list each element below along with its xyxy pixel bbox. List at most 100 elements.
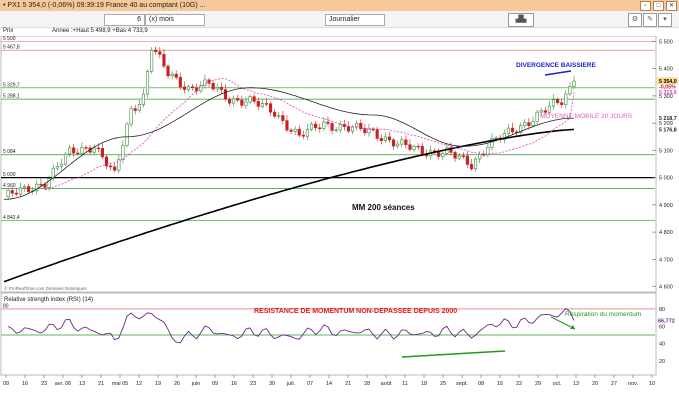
mm20-price-label: 5 313,6 xyxy=(659,90,677,96)
candle xyxy=(297,128,301,136)
chart-canvas: Relative strength index (RSI) (14) © Pro… xyxy=(0,36,678,387)
x-tick-label: 09 xyxy=(3,381,9,387)
rsi-tick-label: 60 xyxy=(659,324,665,330)
candle xyxy=(383,136,387,142)
x-tick-label: 11 xyxy=(402,381,408,387)
candle xyxy=(84,147,88,149)
period-value-field[interactable]: 6 xyxy=(104,14,145,26)
maximize-button[interactable]: □ xyxy=(653,1,664,11)
x-tick-label: 28 xyxy=(364,381,370,387)
candle xyxy=(506,127,510,134)
rsi-80-label: 80 xyxy=(3,303,9,309)
chart-type-icon[interactable]: ▟▙ xyxy=(508,13,534,27)
candle xyxy=(55,166,59,169)
rsi-last-label: 66,772 xyxy=(658,318,675,324)
candle xyxy=(457,155,461,159)
candle xyxy=(121,144,125,160)
x-tick-label: nov. xyxy=(628,381,638,387)
candle xyxy=(338,124,342,131)
minimize-button[interactable]: ▫ xyxy=(640,1,651,11)
candle xyxy=(39,183,43,186)
candle xyxy=(346,126,351,132)
candle xyxy=(27,186,31,192)
x-tick-label: 25 xyxy=(440,381,446,387)
candle xyxy=(408,144,412,150)
candle xyxy=(256,101,260,107)
period-unit-select[interactable]: (x) mois xyxy=(145,14,205,26)
candle xyxy=(18,187,22,195)
candle xyxy=(109,165,113,168)
candle xyxy=(158,51,162,55)
candle xyxy=(547,105,551,113)
candle xyxy=(363,128,367,134)
candle xyxy=(355,122,359,128)
candle xyxy=(486,147,490,155)
candle xyxy=(305,128,310,137)
candle xyxy=(170,73,174,77)
rsi-tick-label: 80 xyxy=(659,307,665,313)
candle xyxy=(281,115,285,121)
settings-icon[interactable]: ⚙ xyxy=(628,13,642,27)
candle xyxy=(273,111,277,117)
candle xyxy=(76,152,80,155)
candle xyxy=(240,99,244,106)
x-tick-label: 10 xyxy=(649,381,655,387)
candle xyxy=(174,73,178,78)
mm200-label: MM 200 séances xyxy=(352,203,415,212)
candle xyxy=(43,184,47,188)
candle xyxy=(453,152,457,159)
x-tick-label: 30 xyxy=(269,381,275,387)
candle xyxy=(539,110,543,113)
candle xyxy=(461,155,465,158)
candle xyxy=(236,98,240,101)
x-tick-label: oct. xyxy=(553,381,562,387)
y-tick-label: 4 900 xyxy=(659,203,673,209)
x-tick-label: 08 xyxy=(478,381,484,387)
candle xyxy=(277,115,281,117)
candle xyxy=(289,129,293,132)
level-label: 5 467,8 xyxy=(3,45,20,51)
chart-window: • PX1 5 354,0 (-0,06%) 09:39:19 France 4… xyxy=(0,0,679,416)
candle xyxy=(556,99,560,103)
candle xyxy=(474,158,478,170)
candle xyxy=(232,98,236,104)
candle xyxy=(330,123,334,131)
candle xyxy=(334,129,338,132)
mm200-price-label: 5 176,8 xyxy=(659,127,677,133)
data-source: © ProRealTime.com Données historiques xyxy=(4,285,87,291)
candle xyxy=(264,103,269,105)
candle xyxy=(22,186,27,189)
x-tick-label: 29 xyxy=(535,381,541,387)
candle xyxy=(68,147,72,155)
candle xyxy=(404,139,408,145)
candle xyxy=(10,190,14,194)
x-tick-label: 13 xyxy=(79,381,85,387)
price-pane-border xyxy=(0,36,657,293)
tools-icon[interactable]: ✎ xyxy=(643,13,657,27)
candle xyxy=(396,143,400,147)
candle xyxy=(59,163,63,167)
candle xyxy=(182,86,187,90)
candle xyxy=(141,93,145,105)
x-tick-label: juin xyxy=(191,381,201,387)
interval-select[interactable]: Journalier xyxy=(325,14,385,26)
x-tick-label: avr. 06 xyxy=(55,381,72,387)
x-tick-label: 16 xyxy=(231,381,237,387)
candle xyxy=(510,127,515,133)
candle xyxy=(400,139,404,145)
y-tick-label: 5 500 xyxy=(659,39,673,45)
candle xyxy=(371,128,375,131)
x-tick-label: 13 xyxy=(573,381,579,387)
rsi-tick-label: 20 xyxy=(659,359,665,365)
close-button[interactable]: ✕ xyxy=(666,1,677,11)
candle xyxy=(6,190,10,197)
options-icon[interactable]: ▾ xyxy=(658,13,672,27)
candle xyxy=(387,136,392,141)
candle xyxy=(527,122,531,126)
resistance-label: RESISTANCE DE MOMENTUM NON-DEPASSEE DEPU… xyxy=(254,308,457,315)
candle xyxy=(437,151,441,157)
x-tick-label: août xyxy=(381,381,392,387)
level-label: 5 084 xyxy=(3,149,16,155)
candle xyxy=(113,166,117,171)
candle xyxy=(63,153,68,165)
